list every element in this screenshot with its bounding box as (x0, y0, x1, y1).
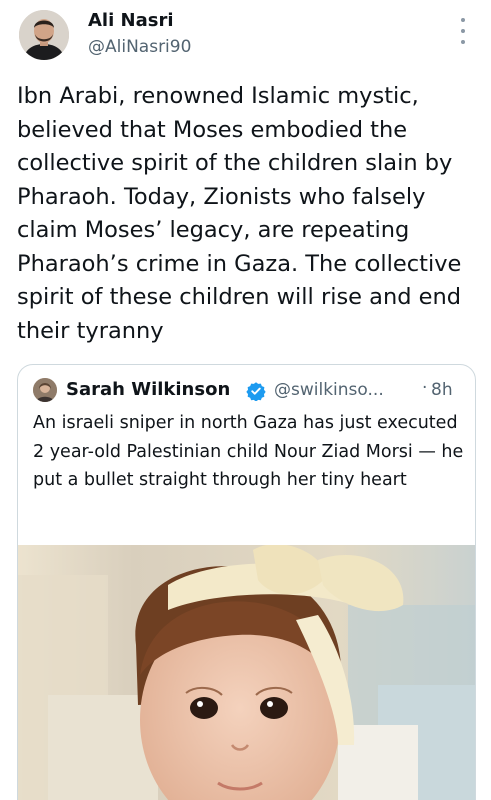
separator-dot: · (422, 378, 428, 398)
quoted-tweet-card[interactable]: Sarah Wilkinson @swilkinso... · 8h An is… (17, 364, 476, 800)
author-handle[interactable]: @AliNasri90 (88, 37, 191, 57)
more-vertical-icon[interactable] (456, 18, 470, 44)
author-name[interactable]: Ali Nasri (88, 10, 174, 31)
quoted-timestamp[interactable]: 8h (431, 380, 453, 400)
quoted-tweet-text: An israeli sniper in north Gaza has just… (33, 413, 464, 490)
tweet-text: Ibn Arabi, renowned Islamic mystic, beli… (17, 83, 462, 344)
quoted-author-avatar[interactable] (33, 378, 57, 402)
quoted-tweet-photo[interactable] (18, 545, 475, 800)
quoted-author-handle[interactable]: @swilkinso... (274, 380, 384, 400)
verified-badge-icon (246, 382, 266, 401)
author-avatar[interactable] (19, 10, 69, 60)
quoted-author-name[interactable]: Sarah Wilkinson (66, 379, 230, 400)
